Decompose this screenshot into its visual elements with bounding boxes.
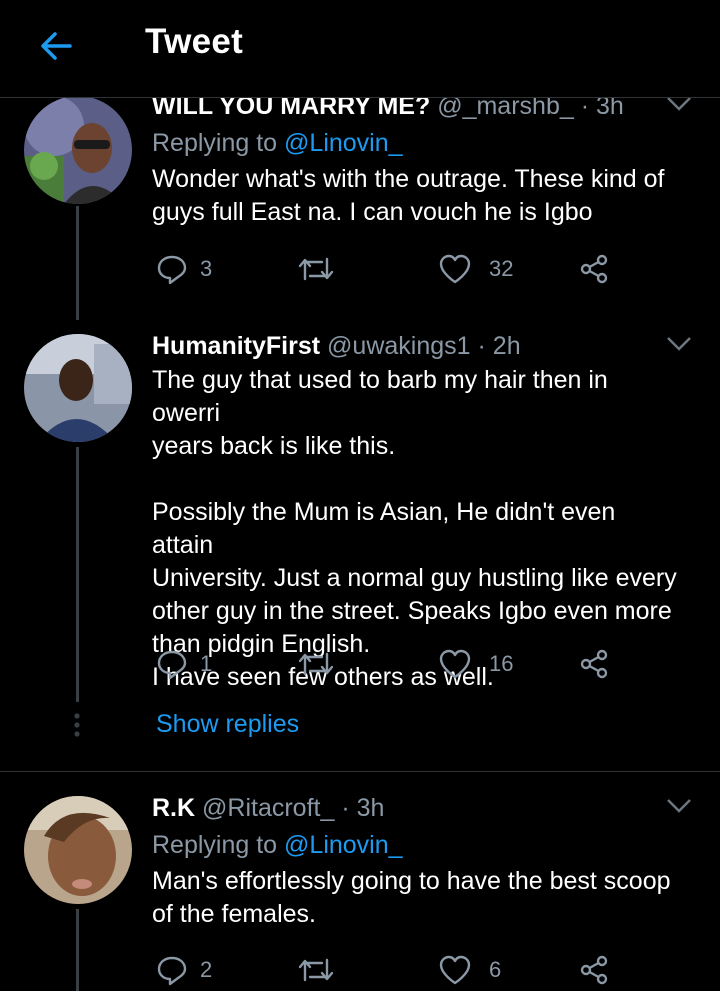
tweet-ritacroft[interactable]: R.K @Ritacroft_ · 3h Replying to @Linovi… bbox=[0, 772, 720, 991]
share-button[interactable] bbox=[578, 644, 610, 684]
tweet-text: Wonder what's with the outrage. These ki… bbox=[152, 165, 665, 226]
share-button[interactable] bbox=[578, 249, 610, 289]
retweet-button[interactable] bbox=[298, 249, 334, 289]
thread-line bbox=[76, 206, 79, 320]
like-count: 16 bbox=[489, 651, 514, 676]
reply-button[interactable]: 3 bbox=[156, 249, 212, 289]
like-button[interactable]: 16 bbox=[439, 644, 513, 684]
share-icon bbox=[580, 955, 608, 985]
like-count: 32 bbox=[489, 256, 514, 281]
reply-icon bbox=[157, 650, 187, 680]
retweet-icon bbox=[298, 652, 334, 676]
tweet-uwakings1[interactable]: HumanityFirst @uwakings1 · 2h The guy th… bbox=[0, 320, 720, 771]
retweet-icon bbox=[298, 257, 334, 281]
more-dots-icon bbox=[72, 712, 82, 738]
thread-line bbox=[76, 447, 79, 702]
heart-icon bbox=[439, 649, 471, 679]
tweet-actions: 3 32 bbox=[152, 249, 622, 289]
avatar[interactable] bbox=[24, 334, 132, 442]
tweet-actions: 2 6 bbox=[152, 950, 622, 990]
heart-icon bbox=[439, 254, 471, 284]
reply-icon bbox=[157, 956, 187, 986]
show-replies-link[interactable]: Show replies bbox=[156, 710, 299, 739]
chevron-down-icon[interactable] bbox=[666, 96, 692, 112]
tweet-header: R.K @Ritacroft_ · 3h bbox=[152, 792, 680, 824]
share-icon bbox=[580, 649, 608, 679]
like-count: 6 bbox=[489, 957, 502, 982]
avatar[interactable] bbox=[24, 96, 132, 204]
heart-icon bbox=[439, 955, 471, 985]
retweet-icon bbox=[298, 958, 334, 982]
reply-count: 1 bbox=[200, 651, 213, 676]
reply-icon bbox=[157, 255, 187, 285]
reply-button[interactable]: 1 bbox=[156, 644, 212, 684]
page-title: Tweet bbox=[145, 22, 244, 61]
avatar[interactable] bbox=[24, 796, 132, 904]
replying-to: Replying to @Linovin_ bbox=[152, 831, 403, 859]
chevron-down-icon[interactable] bbox=[666, 336, 692, 352]
thread-line bbox=[76, 909, 79, 991]
reply-count: 2 bbox=[200, 957, 213, 982]
replying-to: Replying to @Linovin_ bbox=[152, 129, 403, 157]
tweet-text: Man's effortlessly going to have the bes… bbox=[152, 867, 671, 928]
like-button[interactable]: 6 bbox=[439, 950, 501, 990]
reply-button[interactable]: 2 bbox=[156, 950, 212, 990]
top-bar: Tweet bbox=[0, 0, 720, 98]
timestamp: · 3h bbox=[341, 794, 385, 822]
retweet-button[interactable] bbox=[298, 644, 334, 684]
display-name[interactable]: HumanityFirst bbox=[152, 332, 320, 360]
tweet-header: HumanityFirst @uwakings1 · 2h bbox=[152, 330, 680, 362]
timestamp: · 2h bbox=[477, 332, 521, 360]
like-button[interactable]: 32 bbox=[439, 249, 513, 289]
handle[interactable]: @Ritacroft_ bbox=[202, 794, 334, 822]
arrow-left-icon[interactable] bbox=[36, 26, 76, 66]
share-icon bbox=[580, 254, 608, 284]
mention-link[interactable]: @Linovin_ bbox=[284, 129, 403, 157]
display-name[interactable]: R.K bbox=[152, 794, 195, 822]
handle[interactable]: @uwakings1 bbox=[327, 332, 471, 360]
reply-count: 3 bbox=[200, 256, 213, 281]
share-button[interactable] bbox=[578, 950, 610, 990]
chevron-down-icon[interactable] bbox=[666, 798, 692, 814]
tweet-actions: 1 16 bbox=[152, 644, 622, 684]
mention-link[interactable]: @Linovin_ bbox=[284, 831, 403, 859]
retweet-button[interactable] bbox=[298, 950, 334, 990]
